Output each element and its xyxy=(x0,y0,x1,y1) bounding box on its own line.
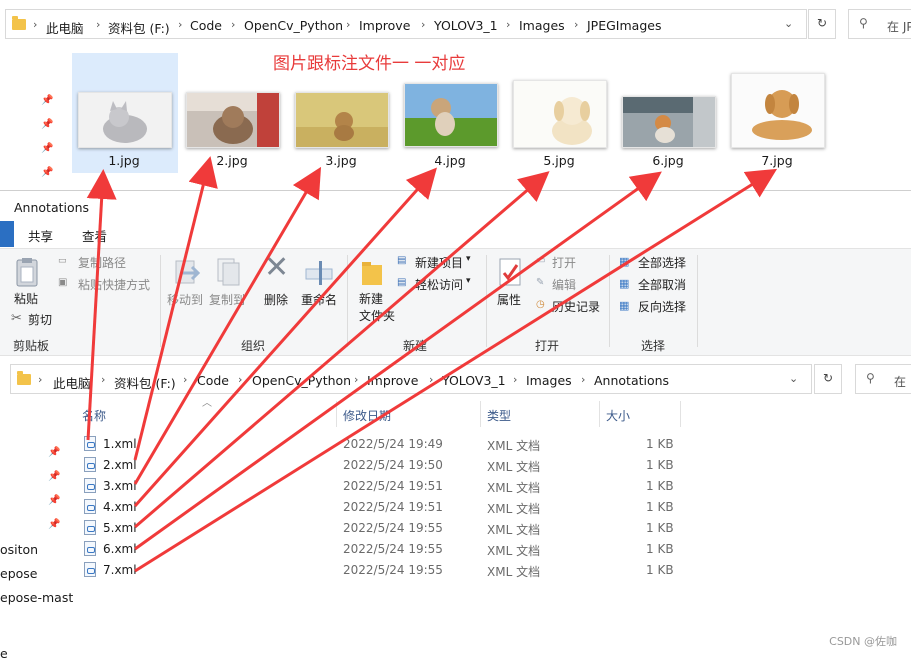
arrow-6 xyxy=(134,171,662,551)
arrow-4 xyxy=(133,167,437,507)
arrow-1 xyxy=(86,169,117,441)
arrows-overlay xyxy=(86,156,778,573)
arrow-7 xyxy=(134,168,778,573)
arrow-2 xyxy=(133,156,218,461)
